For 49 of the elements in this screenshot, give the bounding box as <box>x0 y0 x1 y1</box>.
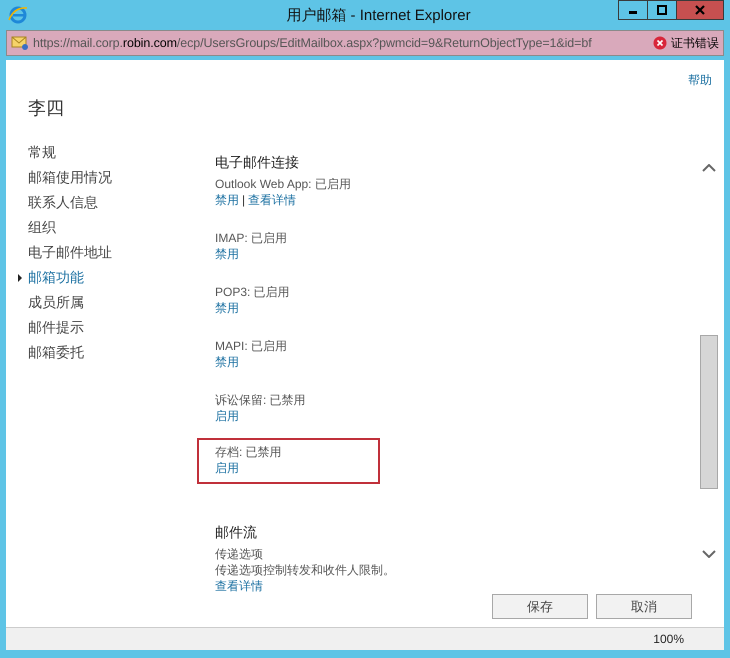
nav-item[interactable]: 邮箱委托 <box>28 340 84 365</box>
scroll-down-icon[interactable] <box>702 550 716 558</box>
scroll-up-icon[interactable] <box>702 164 716 172</box>
feature-link[interactable]: 禁用 <box>215 192 239 208</box>
close-button[interactable] <box>676 0 724 20</box>
maximize-icon <box>657 5 667 15</box>
section-title: 电子邮件连接 <box>215 154 300 172</box>
nav-item[interactable]: 常规 <box>28 140 56 165</box>
section-title: 邮件流 <box>215 524 258 542</box>
cancel-button[interactable]: 取消 <box>596 594 692 619</box>
minimize-button[interactable] <box>618 0 648 20</box>
feature-description: 传递选项控制转发和收件人限制。 <box>215 562 395 578</box>
nav-item[interactable]: 组织 <box>28 215 56 240</box>
maximize-button[interactable] <box>647 0 677 20</box>
feature-status: Outlook Web App: 已启用 <box>215 176 351 192</box>
nav-item[interactable]: 成员所属 <box>28 290 84 315</box>
scrollbar-thumb[interactable] <box>700 335 718 489</box>
help-link[interactable]: 帮助 <box>688 72 712 88</box>
feature-link[interactable]: 禁用 <box>215 300 239 316</box>
nav-item[interactable]: 邮件提示 <box>28 315 84 340</box>
envelope-icon <box>11 35 29 51</box>
window-title: 用户邮箱 - Internet Explorer <box>286 6 471 24</box>
close-icon <box>695 5 705 15</box>
error-icon <box>653 36 667 50</box>
feature-link[interactable]: 查看详情 <box>248 192 296 208</box>
nav-item[interactable]: 电子邮件地址 <box>28 240 112 265</box>
certificate-error-text[interactable]: 证书错误 <box>671 34 719 52</box>
address-bar[interactable]: https://mail.corp.robin.com/ecp/UsersGroups/EditMailbox.aspx?pwmcid=9&ReturnObjectType=1&id=bf 证书错误 <box>6 30 724 56</box>
feature-link[interactable]: 启用 <box>215 460 239 476</box>
feature-link[interactable]: 禁用 <box>215 246 239 262</box>
zoom-level[interactable]: 100% <box>653 632 684 646</box>
link-separator: | <box>242 192 246 208</box>
browser-logo-icon <box>8 5 28 25</box>
feature-link[interactable]: 启用 <box>215 408 239 424</box>
nav-item[interactable]: 邮箱使用情况 <box>28 165 112 190</box>
selected-arrow-icon <box>18 274 22 282</box>
user-name: 李四 <box>28 97 65 120</box>
feature-status: MAPI: 已启用 <box>215 338 288 354</box>
feature-status: IMAP: 已启用 <box>215 230 288 246</box>
nav-item[interactable]: 邮箱功能 <box>28 265 84 290</box>
nav-item[interactable]: 联系人信息 <box>28 190 98 215</box>
url-text: https://mail.corp.robin.com/ecp/UsersGroups/EditMailbox.aspx?pwmcid=9&ReturnObjectType=1&id=bf <box>33 36 593 50</box>
feature-status: 传递选项 <box>215 546 264 562</box>
feature-link[interactable]: 禁用 <box>215 354 239 370</box>
feature-status: 诉讼保留: 已禁用 <box>215 392 306 408</box>
save-button[interactable]: 保存 <box>492 594 588 619</box>
feature-status: 存档: 已禁用 <box>215 444 282 460</box>
feature-link[interactable]: 查看详情 <box>215 578 263 594</box>
feature-status: POP3: 已启用 <box>215 284 290 300</box>
